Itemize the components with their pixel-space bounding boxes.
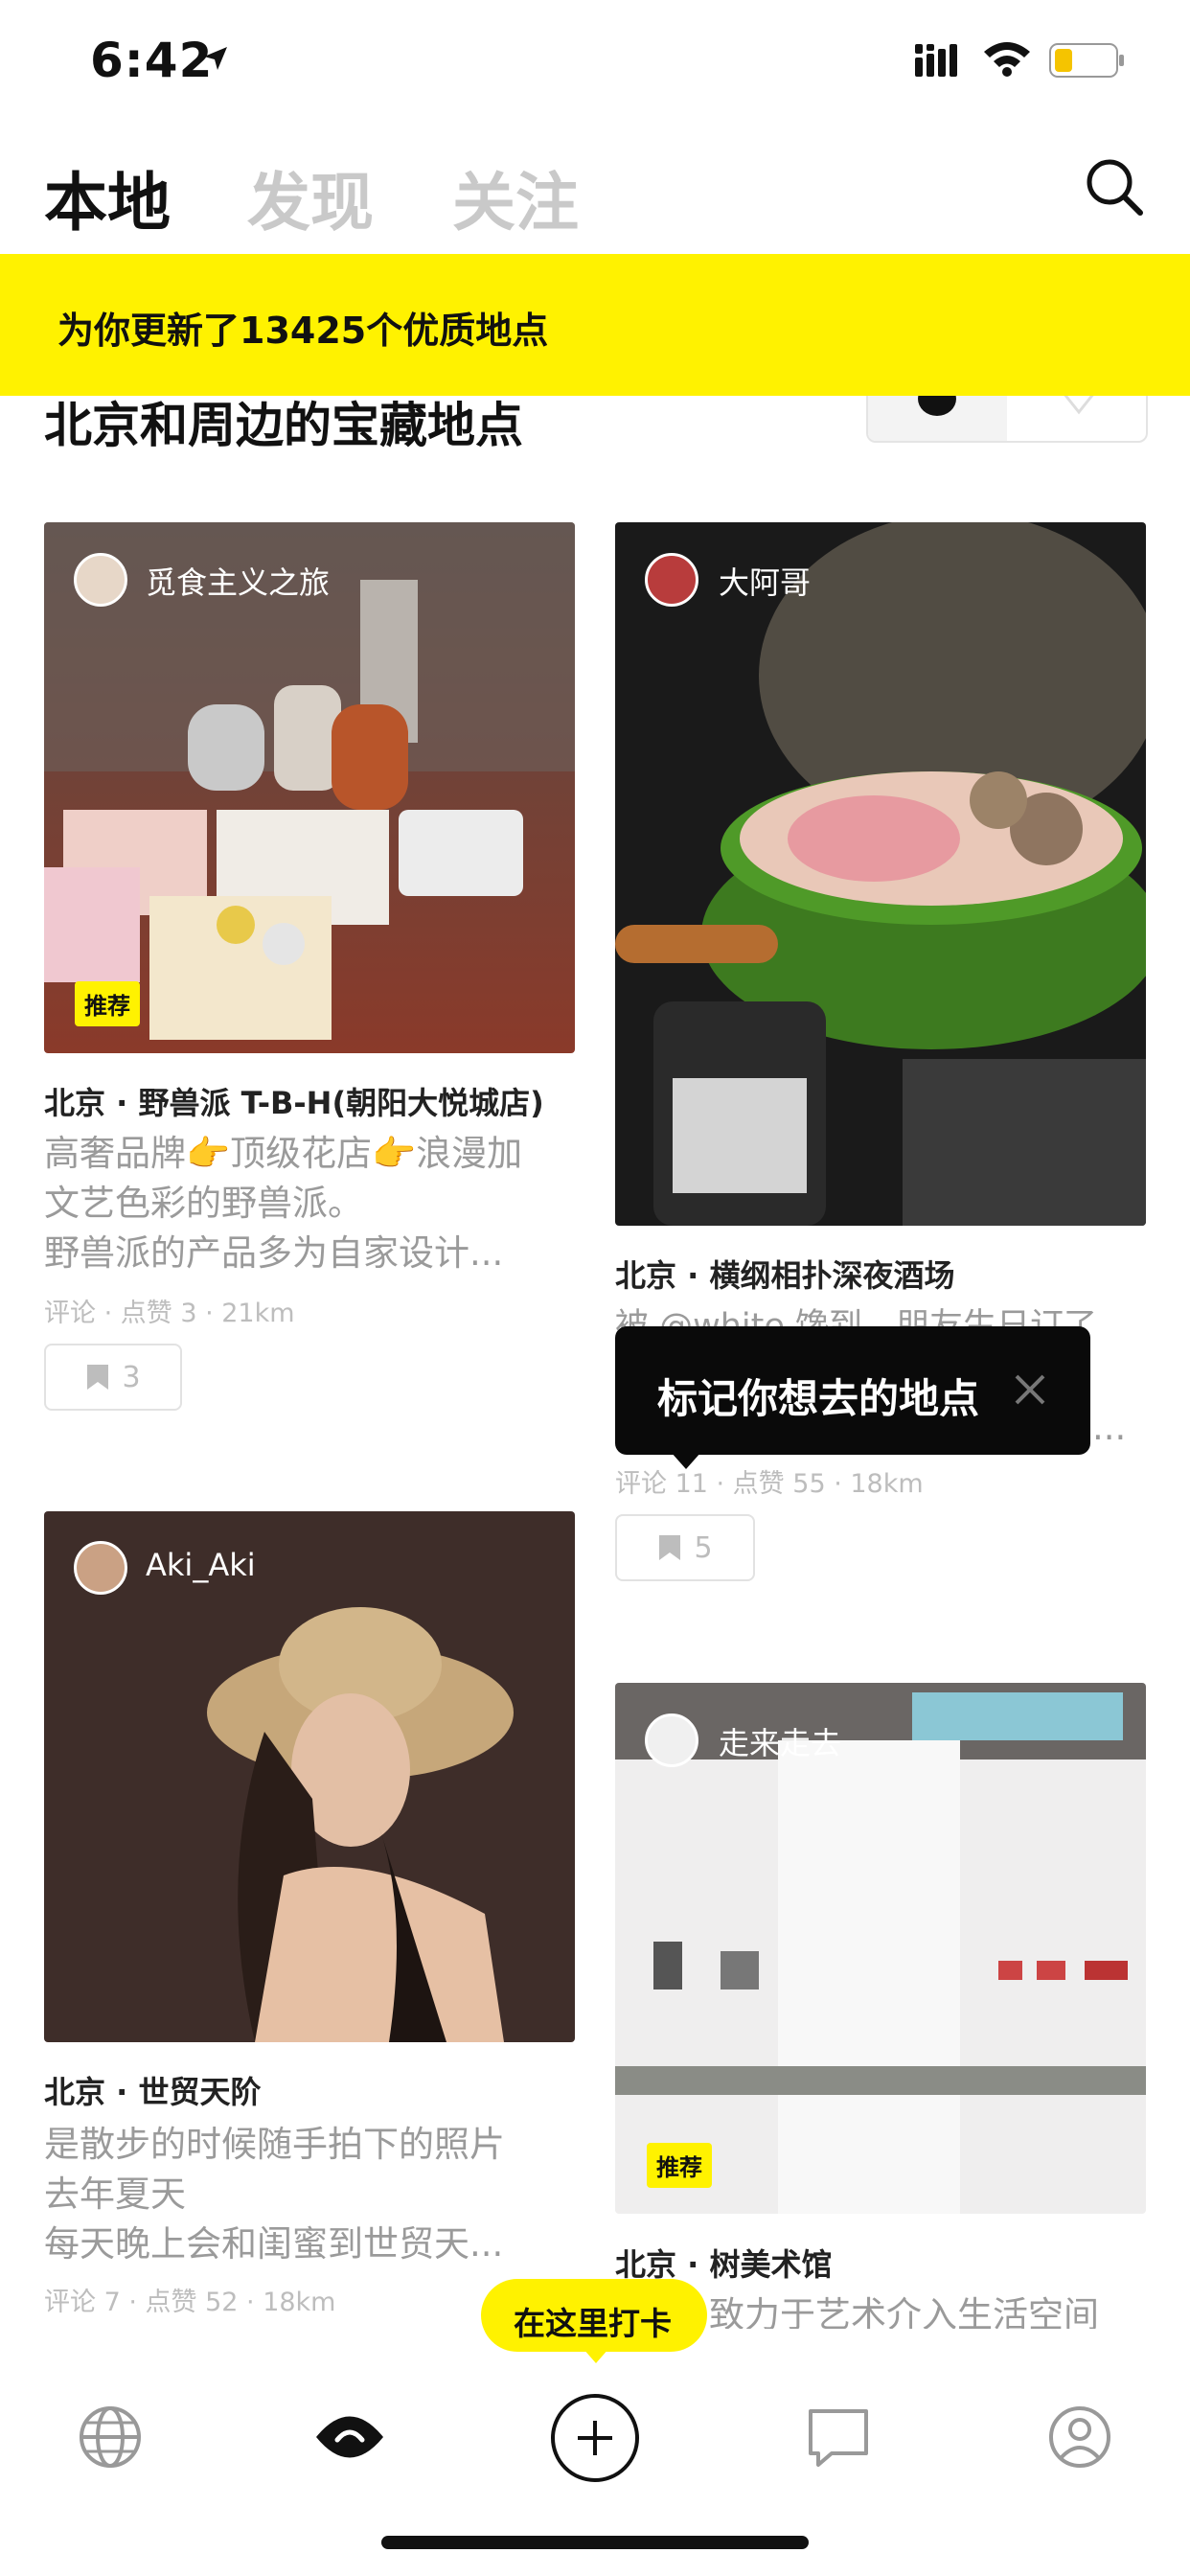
tab-follow[interactable]: 关注 — [452, 151, 579, 243]
avatar[interactable] — [645, 1714, 698, 1767]
save-button[interactable]: 5 — [615, 1514, 755, 1581]
bookmark-icon — [659, 1535, 681, 1560]
save-count: 5 — [694, 1530, 713, 1565]
card-title[interactable]: 北京 · 世贸天阶 — [44, 2068, 261, 2112]
avatar[interactable] — [645, 553, 698, 607]
card-meta: 评论 11 · 点赞 55 · 18km — [615, 1469, 924, 1499]
card-desc-line: 野兽派的产品多为自家设计... — [44, 1232, 504, 1274]
recommend-badge: 推荐 — [75, 981, 140, 1026]
avatar[interactable] — [74, 553, 127, 607]
pill-arrow — [583, 2348, 609, 2363]
author-name[interactable]: 大阿哥 — [719, 559, 811, 603]
author-name[interactable]: Aki_Aki — [146, 1547, 256, 1583]
save-count: 3 — [122, 1360, 141, 1394]
card-image[interactable] — [615, 522, 1146, 1226]
card-image[interactable] — [44, 1511, 575, 2042]
gallery-photo — [615, 1683, 1146, 2214]
bookmark-icon — [87, 1365, 109, 1390]
card-image[interactable] — [615, 1683, 1146, 2214]
save-button[interactable]: 3 — [44, 1344, 182, 1411]
add-icon[interactable] — [549, 2392, 641, 2484]
section-title: 北京和周边的宝藏地点 — [44, 398, 523, 453]
globe-icon[interactable] — [77, 2404, 144, 2471]
checkin-pill-text[interactable]: 在这里打卡 — [514, 2298, 672, 2344]
avatar[interactable] — [74, 1541, 127, 1595]
card-title[interactable]: 北京 · 野兽派 T-B-H(朝阳大悦城店) — [44, 1079, 544, 1123]
hotpot-photo — [615, 522, 1146, 1226]
search-icon[interactable] — [1083, 155, 1146, 218]
location-arrow-icon — [204, 47, 227, 70]
battery-icon — [1049, 43, 1124, 78]
card-desc-line: 高奢品牌👉顶级花店👉浪漫加 — [44, 1133, 523, 1174]
eye-icon[interactable] — [314, 2404, 385, 2471]
message-icon[interactable] — [805, 2404, 872, 2471]
close-icon[interactable] — [1011, 1370, 1049, 1409]
card-desc-line: 每天晚上会和闺蜜到世贸天... — [44, 2223, 504, 2265]
card-meta: 评论 · 点赞 3 · 21km — [44, 1299, 295, 1328]
profile-icon[interactable] — [1046, 2404, 1113, 2471]
home-indicator — [381, 2536, 809, 2549]
tooltip-arrow — [671, 1452, 701, 1469]
hint-tooltip-text: 标记你想去的地点 — [657, 1375, 980, 1422]
recommend-badge: 推荐 — [647, 2143, 712, 2188]
tab-local[interactable]: 本地 — [44, 151, 171, 243]
author-name[interactable]: 走来走去 — [719, 1719, 841, 1763]
author-name[interactable]: 觅食主义之旅 — [146, 559, 330, 603]
card-desc-line: 去年夏天 — [44, 2174, 186, 2215]
cellular-signal-icon — [915, 44, 957, 77]
card-desc-line: ... — [1092, 1407, 1127, 1448]
portrait-photo — [44, 1511, 575, 2042]
wifi-icon — [984, 42, 1030, 77]
card-meta: 评论 7 · 点赞 52 · 18km — [44, 2288, 336, 2317]
card-title[interactable]: 北京 · 横纲相扑深夜酒场 — [615, 1252, 954, 1296]
status-time: 6:42 — [90, 33, 214, 88]
update-banner-text: 为你更新了13425个优质地点 — [57, 310, 549, 352]
tab-discover[interactable]: 发现 — [247, 151, 374, 243]
card-desc-line: 是散步的时候随手拍下的照片 — [44, 2124, 505, 2165]
card-desc-line: 文艺色彩的野兽派。 — [44, 1183, 363, 1224]
